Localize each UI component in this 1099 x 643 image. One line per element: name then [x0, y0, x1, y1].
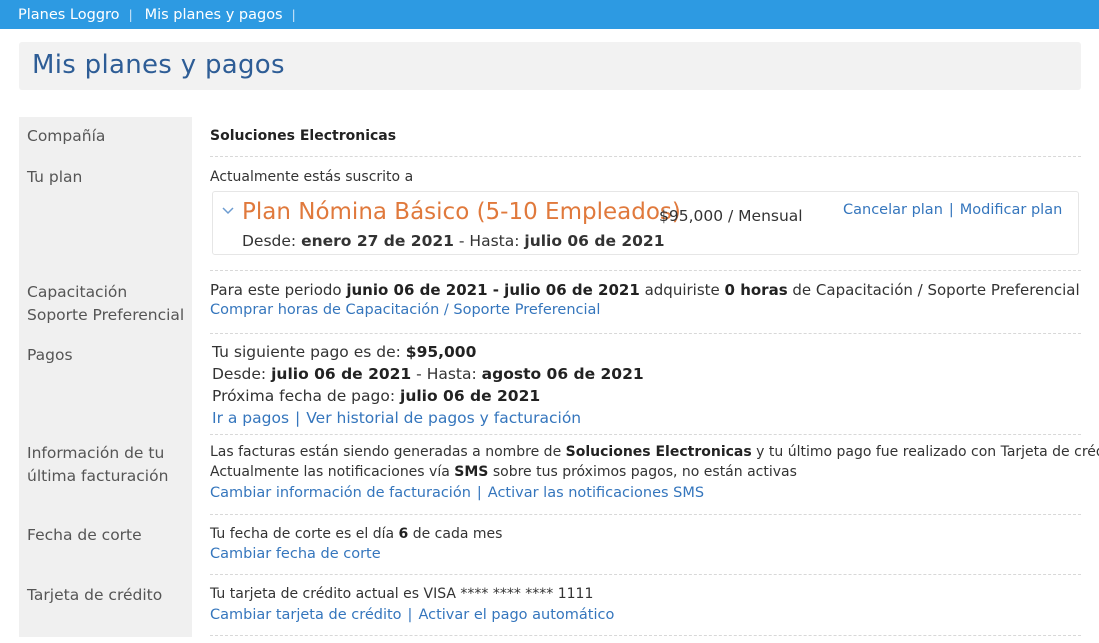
labels-column — [19, 117, 192, 637]
breadcrumb-planes-loggro[interactable]: Planes Loggro — [18, 7, 120, 23]
link-separator: | — [407, 607, 413, 623]
cancel-plan-link[interactable]: Cancelar plan — [843, 202, 943, 218]
label-training: Capacitación Soporte Preferencial — [27, 281, 184, 327]
activate-autopay-link[interactable]: Activar el pago automático — [418, 607, 614, 623]
change-cutoff-date-link[interactable]: Cambiar fecha de corte — [210, 546, 381, 562]
payments-next-date: Próxima fecha de pago: julio 06 de 2021 — [212, 387, 540, 405]
breadcrumb-separator: | — [291, 7, 296, 22]
payments-links: Ir a pagos | Ver historial de pagos y fact… — [212, 409, 581, 427]
payments-period: Desde: julio 06 de 2021 - Hasta: agosto … — [212, 365, 644, 383]
label-billing: Información de tu última facturación — [27, 442, 168, 488]
label-plan: Tu plan — [27, 168, 83, 186]
page-title: Mis planes y pagos — [32, 50, 285, 80]
payments-next-label: Tu siguiente pago es de: — [212, 343, 401, 361]
training-period: junio 06 de 2021 - julio 06 de 2021 — [346, 281, 640, 299]
plan-to-date: julio 06 de 2021 — [524, 232, 665, 250]
billing-line1-suffix: y tu último pago fue realizado con Tarje… — [756, 444, 1099, 460]
label-company: Compañía — [27, 127, 106, 145]
breadcrumb-mis-planes[interactable]: Mis planes y pagos — [145, 7, 283, 23]
buy-training-hours-link[interactable]: Comprar horas de Capacitación / Soporte … — [210, 302, 600, 318]
cutoff-day: 6 — [398, 526, 409, 542]
payments-next-date-value: julio 06 de 2021 — [400, 387, 541, 405]
billing-company: Soluciones Electronicas — [565, 444, 752, 460]
cutoff-suffix: de cada mes — [412, 526, 503, 542]
breadcrumb-separator: | — [128, 7, 133, 22]
label-cutoff: Fecha de corte — [27, 526, 142, 544]
link-separator: | — [948, 202, 954, 218]
billing-links: Cambiar información de facturación | Activ… — [210, 485, 704, 501]
link-separator: | — [476, 485, 482, 501]
cutoff-prefix: Tu fecha de corte es el día — [210, 526, 395, 542]
label-training-line2: Soporte Preferencial — [27, 306, 185, 324]
cutoff-links: Cambiar fecha de corte — [210, 546, 381, 562]
training-middle: adquiriste — [644, 281, 720, 299]
plan-subscribed-text: Actualmente estás suscrito a — [210, 169, 414, 185]
link-separator: | — [295, 409, 301, 427]
payments-next-amount: $95,000 — [405, 343, 477, 361]
top-breadcrumb-bar: Planes Loggro | Mis planes y pagos | — [0, 0, 1099, 29]
billing-line2-suffix: sobre tus próximos pagos, no están activ… — [492, 464, 797, 480]
company-name: Soluciones Electronicas — [210, 128, 397, 144]
label-billing-line2: última facturación — [27, 467, 169, 485]
row-divider — [210, 270, 1081, 271]
chevron-down-icon[interactable] — [222, 204, 234, 219]
row-divider — [210, 574, 1081, 575]
plan-from-label: Desde: — [242, 232, 297, 250]
label-payments: Pagos — [27, 346, 73, 364]
training-links: Comprar horas de Capacitación / Soporte … — [210, 302, 600, 318]
label-card: Tarjeta de crédito — [27, 586, 163, 604]
plan-to-label: - Hasta: — [458, 232, 520, 250]
plan-dates: Desde: enero 27 de 2021 - Hasta: julio 0… — [242, 232, 665, 250]
training-prefix: Para este periodo — [210, 281, 342, 299]
go-to-payments-link[interactable]: Ir a pagos — [212, 409, 289, 427]
payments-next-date-label: Próxima fecha de pago: — [212, 387, 396, 405]
training-hours: 0 horas — [724, 281, 788, 299]
payment-history-link[interactable]: Ver historial de pagos y facturación — [306, 409, 581, 427]
payments-from-date: julio 06 de 2021 — [271, 365, 412, 383]
billing-sms: SMS — [454, 464, 489, 480]
payments-next: Tu siguiente pago es de: $95,000 — [212, 343, 476, 361]
row-divider — [210, 434, 1081, 435]
modify-plan-link[interactable]: Modificar plan — [960, 202, 1062, 218]
card-text: Tu tarjeta de crédito actual es VISA ***… — [210, 586, 594, 602]
row-divider — [210, 156, 1081, 157]
cutoff-text: Tu fecha de corte es el día 6 de cada me… — [210, 526, 502, 542]
change-billing-info-link[interactable]: Cambiar información de facturación — [210, 485, 471, 501]
payments-to-date: agosto 06 de 2021 — [481, 365, 644, 383]
billing-line1: Las facturas están siendo generadas a no… — [210, 444, 1099, 460]
plan-from-date: enero 27 de 2021 — [301, 232, 454, 250]
payments-from-label: Desde: — [212, 365, 267, 383]
label-billing-line1: Información de tu — [27, 444, 165, 462]
plan-name: Plan Nómina Básico (5-10 Empleados) — [242, 199, 681, 225]
row-divider — [210, 333, 1081, 334]
billing-line1-prefix: Las facturas están siendo generadas a no… — [210, 444, 562, 460]
training-suffix: de Capacitación / Soporte Preferencial — [792, 281, 1080, 299]
billing-line2: Actualmente las notificaciones vía SMS s… — [210, 464, 797, 480]
page-title-box: Mis planes y pagos — [19, 42, 1081, 90]
training-summary: Para este periodo junio 06 de 2021 - jul… — [210, 281, 1080, 299]
plan-price: $95,000 / Mensual — [659, 207, 803, 225]
change-card-link[interactable]: Cambiar tarjeta de crédito — [210, 607, 402, 623]
card-links: Cambiar tarjeta de crédito | Activar el pa… — [210, 607, 614, 623]
activate-sms-link[interactable]: Activar las notificaciones SMS — [488, 485, 704, 501]
plan-actions: Cancelar plan | Modificar plan — [843, 202, 1062, 218]
payments-to-label: - Hasta: — [416, 365, 477, 383]
billing-line2-prefix: Actualmente las notificaciones vía — [210, 464, 450, 480]
row-divider — [210, 635, 1081, 636]
label-training-line1: Capacitación — [27, 283, 128, 301]
row-divider — [210, 514, 1081, 515]
plan-card: Plan Nómina Básico (5-10 Empleados) $95,… — [212, 191, 1079, 255]
